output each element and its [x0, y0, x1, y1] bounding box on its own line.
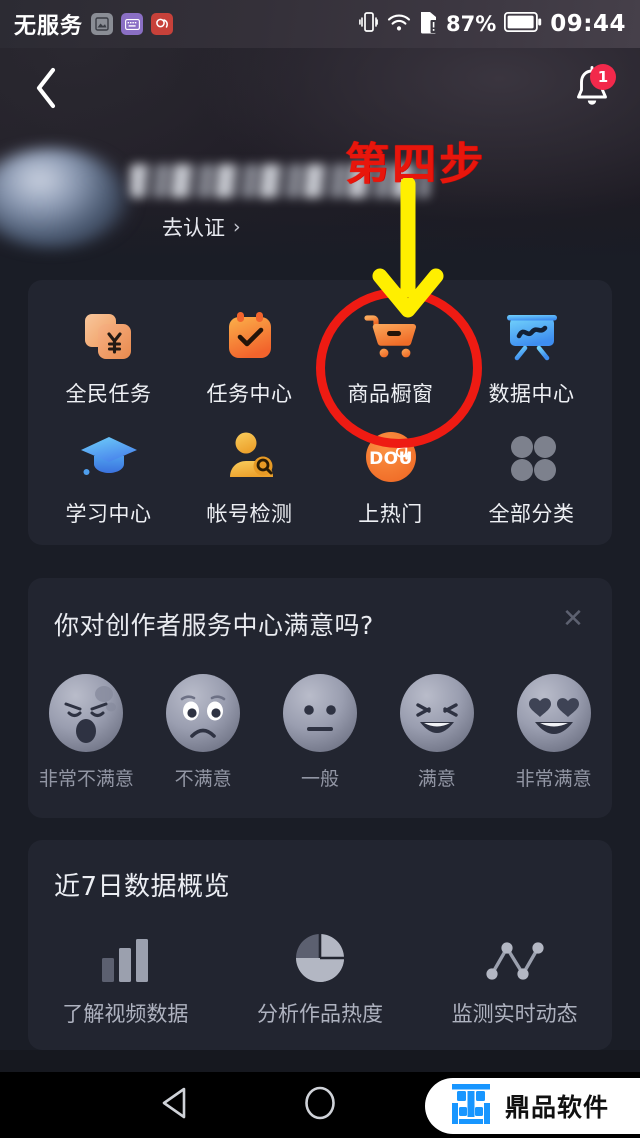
grid-item-quanmin-renwu[interactable]: 全民任务 [38, 306, 179, 408]
love-face-icon [516, 674, 591, 752]
status-bar-right: 87% 09:44 [359, 10, 626, 38]
bar-chart-icon [98, 928, 152, 984]
grid-dots-icon [501, 426, 563, 488]
circle-home-icon [303, 1085, 337, 1125]
survey-card: 你对创作者服务中心满意吗? ✕ 非常不满意 不满意 一般 满意 非常满意 [28, 578, 612, 818]
status-bar-left: 无服务 [14, 8, 174, 40]
verify-label: 去认证 [162, 216, 225, 240]
data-item-label: 监测实时动态 [451, 1002, 578, 1026]
grid-item-label: 上热门 [358, 502, 423, 526]
notification-badge: 1 [590, 64, 616, 90]
notification-button[interactable]: 1 [562, 60, 622, 120]
down-arrow-icon [370, 176, 450, 337]
avatar[interactable] [0, 148, 124, 248]
screen-bottom-edge [0, 1050, 640, 1072]
vibrate-icon [359, 10, 378, 38]
header-nav-row: 1 [0, 48, 640, 130]
survey-option-label: 非常不满意 [38, 768, 134, 790]
grid-item-zhanghao-jiance[interactable]: 帐号检测 [179, 426, 320, 528]
survey-option-very-dissatisfied[interactable]: 非常不满意 [32, 674, 140, 791]
survey-options: 非常不满意 不满意 一般 满意 非常满意 [28, 674, 612, 791]
grid-item-shuju-zhongxin[interactable]: 数据中心 [461, 306, 602, 408]
image-icon [91, 13, 114, 35]
grid-item-label: 全部分类 [488, 502, 575, 526]
battery-percent: 87% [446, 12, 497, 36]
survey-option-neutral[interactable]: 一般 [266, 674, 374, 791]
data-overview-title: 近7日数据概览 [54, 872, 231, 902]
grid-item-renwu-zhongxin[interactable]: 任务中心 [179, 306, 320, 408]
grid-item-label: 任务中心 [206, 382, 293, 406]
data-item-work-popularity[interactable]: 分析作品热度 [223, 928, 418, 1028]
survey-option-label: 非常满意 [515, 768, 592, 790]
phone-screen: 无服务 87% 09:44 1 去认证 › 全民任务 任务中心 商品橱窗 数据中… [0, 0, 640, 1072]
survey-option-satisfied[interactable]: 满意 [383, 674, 491, 791]
data-item-realtime[interactable]: 监测实时动态 [417, 928, 612, 1028]
survey-question: 你对创作者服务中心满意吗? [54, 611, 374, 640]
back-chevron-icon [33, 66, 59, 114]
grid-item-label: 学习中心 [65, 502, 152, 526]
survey-option-very-satisfied[interactable]: 非常满意 [500, 674, 608, 791]
triangle-back-icon [159, 1086, 191, 1124]
data-item-video-data[interactable]: 了解视频数据 [28, 928, 223, 1028]
watermark-text: 鼎品软件 [505, 1093, 610, 1122]
android-back-button[interactable] [135, 1072, 215, 1138]
sim-alert-icon [420, 11, 438, 38]
status-bar: 无服务 87% 09:44 [0, 0, 640, 48]
data-overview-card: 近7日数据概览 了解视频数据 分析作品热度 监测实时动态 [28, 840, 612, 1050]
dingpin-logo-icon [449, 1081, 493, 1131]
grid-item-label: 帐号检测 [206, 502, 293, 526]
survey-option-label: 不满意 [174, 768, 232, 790]
yen-cards-icon [78, 306, 140, 368]
keyboard-icon [121, 13, 144, 35]
clock-label: 09:44 [550, 11, 626, 37]
data-item-label: 了解视频数据 [62, 1002, 189, 1026]
line-chart-icon [485, 928, 545, 984]
carrier-label: 无服务 [14, 14, 84, 39]
sad-face-icon [166, 674, 241, 752]
user-search-icon [219, 426, 281, 488]
angry-face-icon [49, 674, 124, 752]
back-button[interactable] [20, 64, 72, 116]
task-check-icon [219, 306, 281, 368]
survey-option-label: 满意 [417, 768, 456, 790]
watermark: 鼎品软件 [425, 1078, 640, 1134]
pie-chart-icon [294, 928, 346, 984]
feature-grid-card: 全民任务 任务中心 商品橱窗 数据中心 学习中心 帐号检测 DOU 上热门 全部… [28, 280, 612, 545]
grid-item-quanbu-fenlei[interactable]: 全部分类 [461, 426, 602, 528]
survey-option-dissatisfied[interactable]: 不满意 [149, 674, 257, 791]
grid-item-xuexi-zhongxin[interactable]: 学习中心 [38, 426, 179, 528]
chevron-right-icon: › [233, 216, 241, 238]
survey-option-label: 一般 [300, 768, 339, 790]
app-red-icon [151, 13, 174, 35]
feature-grid: 全民任务 任务中心 商品橱窗 数据中心 学习中心 帐号检测 DOU 上热门 全部… [28, 280, 612, 528]
wifi-icon [386, 11, 412, 37]
grid-item-label: 数据中心 [488, 382, 575, 406]
battery-icon [504, 11, 542, 36]
data-overview-items: 了解视频数据 分析作品热度 监测实时动态 [28, 928, 612, 1028]
graduation-cap-icon [78, 426, 140, 488]
neutral-face-icon [282, 674, 357, 752]
chart-board-icon [501, 306, 563, 368]
happy-face-icon [399, 674, 474, 752]
data-item-label: 分析作品热度 [257, 1002, 383, 1026]
close-icon[interactable]: ✕ [556, 602, 590, 636]
grid-item-label: 全民任务 [65, 382, 152, 406]
android-nav-bar: 鼎品软件 [0, 1072, 640, 1138]
android-home-button[interactable] [280, 1072, 360, 1138]
